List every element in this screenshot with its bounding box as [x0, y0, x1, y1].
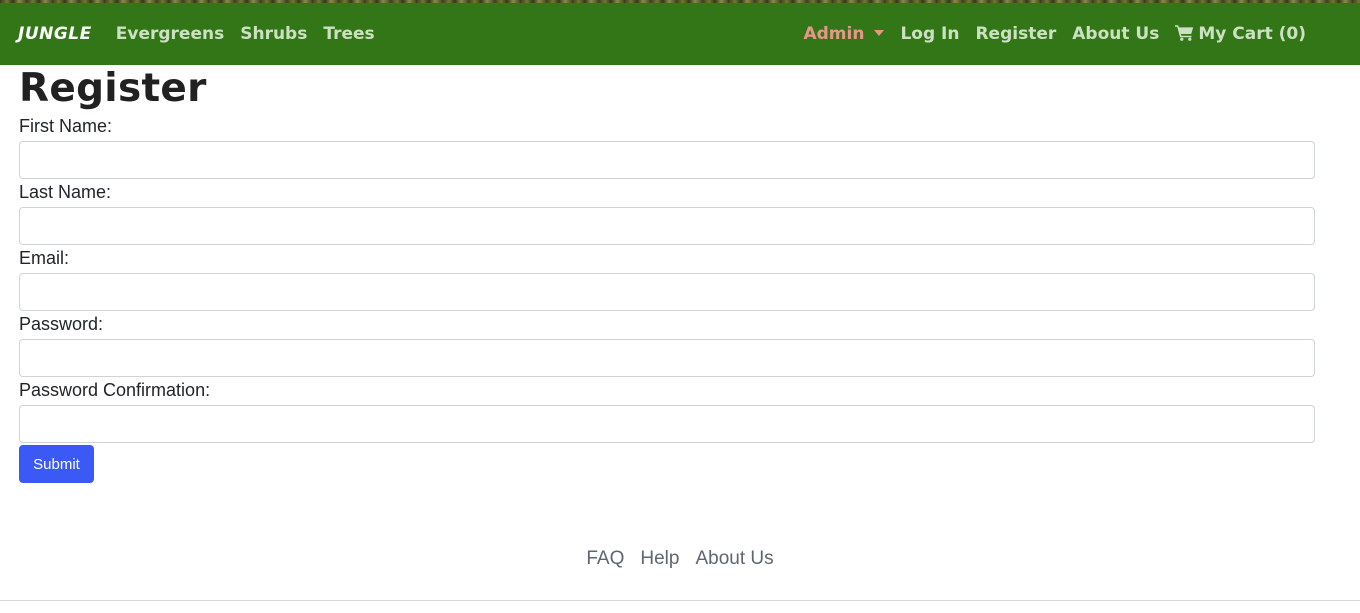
footer-help-link[interactable]: Help: [640, 548, 679, 570]
nav-login[interactable]: Log In: [900, 24, 959, 44]
footer-faq-link[interactable]: FAQ: [586, 548, 624, 570]
top-navbar: JUNGLE Evergreens Shrubs Trees Admin Log…: [0, 3, 1360, 65]
page-title: Register: [19, 66, 207, 111]
account-nav: Admin Log In Register About Us My Cart (…: [787, 3, 1306, 65]
submit-button[interactable]: Submit: [19, 445, 94, 483]
caret-down-icon: [874, 30, 885, 36]
first-name-label: First Name:: [19, 116, 113, 136]
email-group: Email:: [19, 245, 1315, 311]
last-name-label: Last Name:: [19, 182, 112, 202]
password-group: Password:: [19, 311, 1315, 377]
brand-logo[interactable]: JUNGLE: [18, 24, 92, 44]
password-label: Password:: [19, 314, 104, 334]
password-confirmation-label: Password Confirmation:: [19, 380, 211, 400]
footer-about-us-link[interactable]: About Us: [695, 548, 773, 570]
category-nav: Evergreens Shrubs Trees: [116, 24, 391, 44]
last-name-group: Last Name:: [19, 179, 1315, 245]
register-form-container: Register First Name: Last Name: Email: P…: [19, 65, 1315, 483]
admin-dropdown[interactable]: Admin: [803, 24, 885, 44]
first-name-group: First Name:: [19, 113, 1315, 179]
last-name-input[interactable]: [19, 207, 1315, 245]
nav-register[interactable]: Register: [975, 24, 1056, 44]
email-input[interactable]: [19, 273, 1315, 311]
nav-my-cart[interactable]: My Cart (0): [1175, 24, 1306, 44]
nav-trees[interactable]: Trees: [323, 24, 374, 44]
cart-label: My Cart (0): [1198, 24, 1306, 44]
nav-evergreens[interactable]: Evergreens: [116, 24, 224, 44]
password-confirmation-input[interactable]: [19, 405, 1315, 443]
nav-shrubs[interactable]: Shrubs: [240, 24, 307, 44]
first-name-input[interactable]: [19, 141, 1315, 179]
nav-about-us[interactable]: About Us: [1072, 24, 1159, 44]
password-input[interactable]: [19, 339, 1315, 377]
footer-divider: [0, 600, 1360, 601]
password-confirmation-group: Password Confirmation:: [19, 377, 1315, 443]
shopping-cart-icon: [1175, 25, 1194, 41]
admin-label: Admin: [803, 24, 865, 44]
footer-links: FAQ Help About Us: [0, 548, 1360, 570]
email-label: Email:: [19, 248, 70, 268]
